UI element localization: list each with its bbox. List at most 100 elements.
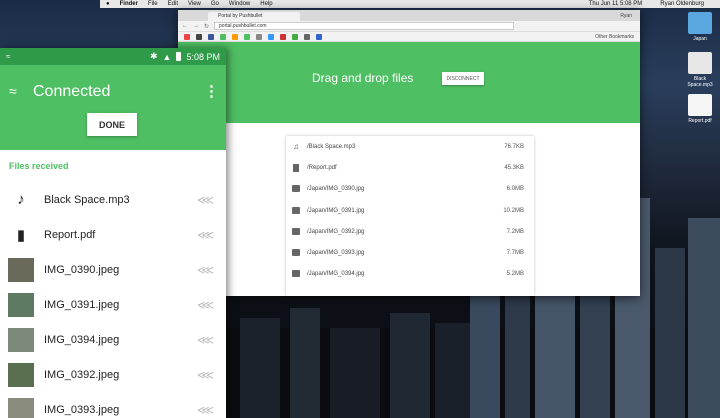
signal-icon: ▲ (162, 51, 172, 62)
menu-clock[interactable]: Thu Jun 11 5:08 PM (589, 0, 643, 8)
menu-user[interactable]: Ryan Oldenburg (660, 0, 704, 8)
menu-file[interactable]: File (148, 0, 158, 8)
file-row[interactable]: /Japan/IMG_0390.jpg 6.0MB (286, 179, 534, 200)
image-icon (292, 249, 300, 257)
bookmark-icon[interactable] (280, 33, 286, 40)
forward-icon[interactable]: → (193, 23, 199, 29)
wifi-icon: ≈ (9, 83, 17, 99)
file-name: /Japan/IMG_0393.jpg (307, 250, 365, 257)
file-name: /Japan/IMG_0390.jpg (307, 186, 365, 193)
share-icon[interactable]: ⋘ (197, 228, 214, 242)
bookmark-icon[interactable] (208, 33, 214, 40)
browser-tab[interactable]: Portal by Pushbullet (208, 12, 300, 21)
browser-window: Portal by Pushbullet Ryan ← → ↻ portal.p… (178, 10, 640, 296)
bookmark-icon[interactable] (304, 33, 310, 40)
other-bookmarks[interactable]: Other Bookmarks (595, 34, 634, 40)
received-file-row[interactable]: ▮ Report.pdf ⋘ (0, 217, 226, 252)
menu-go[interactable]: Go (211, 0, 219, 8)
share-icon[interactable]: ⋘ (197, 333, 214, 347)
desktop-icon-label: Black Space.mp3 (687, 76, 713, 88)
desktop-file-report[interactable]: Report.pdf (686, 94, 714, 124)
bookmark-icon[interactable] (316, 33, 322, 40)
file-name: /Black Space.mp3 (307, 143, 356, 150)
browser-profile[interactable]: Ryan (620, 13, 632, 19)
received-file-row[interactable]: ♪ Black Space.mp3 ⋘ (0, 182, 226, 217)
browser-tab-strip: Portal by Pushbullet Ryan (178, 10, 640, 21)
file-row[interactable]: /Japan/IMG_0394.jpg 5.2MB (286, 264, 534, 285)
share-icon[interactable]: ⋘ (197, 193, 214, 207)
app-bar: ≈ Connected ⋮ DONE (0, 65, 226, 150)
menu-edit[interactable]: Edit (168, 0, 178, 8)
image-thumbnail (8, 397, 34, 418)
desktop-icon-label: Report.pdf (688, 118, 712, 124)
bookmark-icon[interactable] (232, 33, 238, 40)
connection-status-title: Connected (33, 83, 111, 100)
received-file-row[interactable]: IMG_0393.jpeg ⋘ (0, 392, 226, 418)
bookmark-icon[interactable] (256, 33, 262, 40)
received-file-row[interactable]: IMG_0394.jpeg ⋘ (0, 322, 226, 357)
image-thumbnail (8, 362, 34, 387)
battery-icon (176, 52, 182, 61)
desktop-file-black-space[interactable]: Black Space.mp3 (686, 52, 714, 88)
received-file-row[interactable]: IMG_0392.jpeg ⋘ (0, 357, 226, 392)
mac-menu-bar: ● Finder File Edit View Go Window Help T… (100, 0, 720, 8)
share-icon[interactable]: ⋘ (197, 403, 214, 417)
received-file-row[interactable]: IMG_0390.jpeg ⋘ (0, 252, 226, 287)
share-icon[interactable]: ⋘ (197, 263, 214, 277)
image-icon (292, 270, 300, 278)
document-icon: ▮ (16, 226, 26, 244)
drop-zone-title: Drag and drop files (312, 71, 414, 85)
bluetooth-icon: ✱ (150, 51, 158, 61)
share-icon[interactable]: ⋘ (197, 298, 214, 312)
menu-view[interactable]: View (188, 0, 201, 8)
file-row[interactable]: /Japan/IMG_0391.jpg 10.2MB (286, 200, 534, 221)
menu-window[interactable]: Window (229, 0, 250, 8)
bookmark-icon[interactable] (220, 33, 226, 40)
menu-help[interactable]: Help (260, 0, 272, 8)
browser-toolbar: ← → ↻ portal.pushbullet.com (178, 21, 640, 32)
file-size: 6.0MB (506, 186, 524, 193)
bookmarks-bar: Other Bookmarks (178, 32, 640, 42)
file-row[interactable]: /Report.pdf 45.3KB (286, 157, 534, 178)
bookmark-icon[interactable] (292, 33, 298, 40)
file-row[interactable]: ♫ /Black Space.mp3 76.7KB (286, 136, 534, 157)
file-name: /Japan/IMG_0394.jpg (307, 271, 365, 278)
file-size: 7.7MB (506, 250, 524, 257)
files-received-label: Files received (9, 161, 69, 171)
pdf-file-icon (688, 94, 712, 116)
file-size: 45.3KB (504, 164, 524, 171)
bookmark-icon[interactable] (184, 33, 190, 40)
android-phone-screen: ≈ ✱ ▲ 5:08 PM ≈ Connected ⋮ DONE Files r… (0, 48, 226, 418)
back-icon[interactable]: ← (182, 23, 188, 29)
image-icon (292, 185, 300, 193)
document-icon (292, 163, 300, 172)
desktop-folder-japan[interactable]: Japan (686, 12, 714, 42)
image-thumbnail (8, 327, 34, 352)
file-name: /Japan/IMG_0391.jpg (307, 207, 365, 214)
status-time: 5:08 PM (186, 51, 220, 62)
music-note-icon: ♪ (17, 191, 25, 208)
bookmark-icon[interactable] (268, 33, 274, 40)
wifi-status-icon: ≈ (6, 52, 11, 61)
file-row[interactable]: /Japan/IMG_0393.jpg 7.7MB (286, 242, 534, 263)
apple-icon[interactable]: ● (106, 0, 110, 8)
file-row[interactable]: /Japan/IMG_0392.jpg 7.2MB (286, 221, 534, 242)
menu-finder[interactable]: Finder (120, 0, 138, 8)
audio-file-icon (688, 52, 712, 74)
bookmark-icon[interactable] (244, 33, 250, 40)
share-icon[interactable]: ⋘ (197, 368, 214, 382)
desktop-icon-label: Japan (693, 36, 707, 42)
file-size: 5.2MB (506, 271, 524, 278)
image-icon (292, 227, 300, 236)
file-name: /Japan/IMG_0392.jpg (307, 228, 365, 235)
disconnect-button[interactable]: DISCONNECT (442, 72, 484, 85)
music-note-icon: ♫ (293, 141, 299, 151)
received-file-row[interactable]: IMG_0391.jpeg ⋘ (0, 287, 226, 322)
reload-icon[interactable]: ↻ (204, 23, 209, 30)
android-status-bar: ≈ ✱ ▲ 5:08 PM (0, 48, 226, 65)
more-options-icon[interactable]: ⋮ (204, 82, 219, 100)
done-button[interactable]: DONE (87, 113, 137, 136)
bookmark-icon[interactable] (196, 33, 202, 40)
image-thumbnail (8, 292, 34, 317)
address-bar[interactable]: portal.pushbullet.com (214, 22, 515, 30)
